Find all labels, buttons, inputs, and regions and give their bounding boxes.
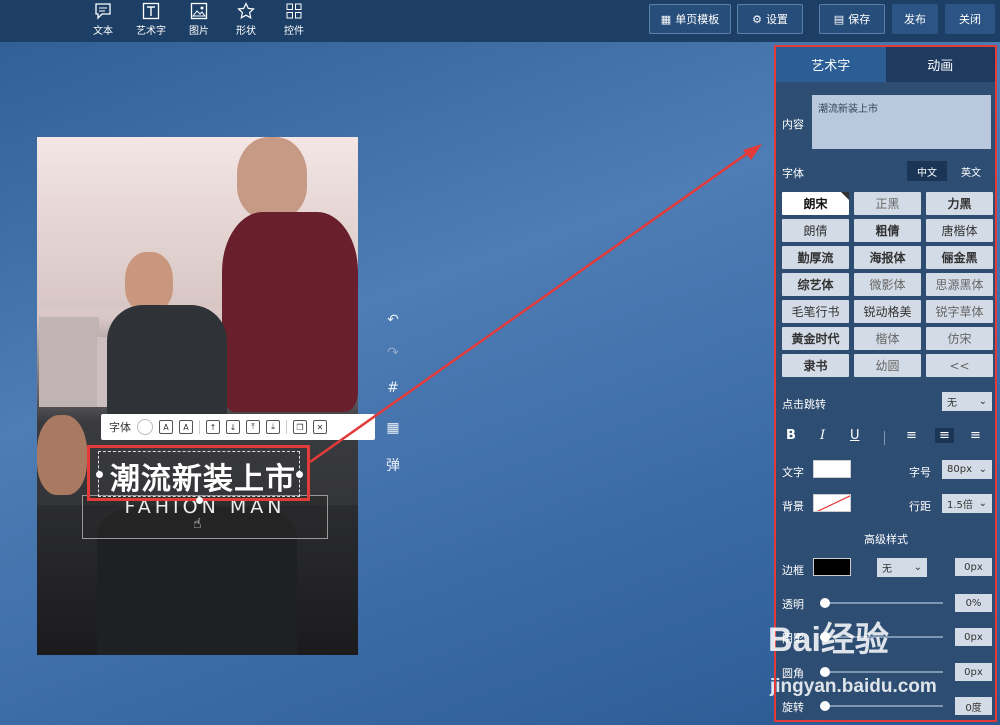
font-option[interactable]: 唐楷体: [926, 219, 993, 242]
font-option-label: 幼圆: [875, 359, 900, 373]
font-option-label: 仿宋: [947, 332, 972, 346]
chevron-down-icon: ⌄: [978, 464, 987, 475]
opacity-label: 透明: [782, 598, 804, 611]
font-option[interactable]: 正黑: [854, 192, 921, 215]
font-option-label: 楷体: [875, 332, 900, 346]
font-option-label: 黄金时代: [791, 332, 840, 346]
font-option[interactable]: 俪金黑: [926, 246, 993, 269]
border-width-input[interactable]: 0px: [955, 558, 992, 576]
font-option[interactable]: 朗宋: [782, 192, 849, 215]
font-option-label: 锐字草体: [935, 305, 984, 319]
no-color-icon: [816, 495, 850, 511]
click-jump-label: 点击跳转: [782, 398, 826, 411]
font-option-label: 唐楷体: [941, 224, 978, 238]
content-label: 内容: [782, 118, 804, 131]
advanced-style-heading: 高级样式: [864, 533, 908, 546]
font-option[interactable]: 黄金时代: [782, 327, 849, 350]
line-height-value: 1.5倍: [947, 500, 973, 511]
tab-animation-label: 动画: [927, 59, 954, 74]
tab-chinese-label: 中文: [917, 167, 937, 179]
font-option[interactable]: 锐动格美: [854, 300, 921, 323]
font-option-label: 力黑: [947, 197, 972, 211]
font-size-label: 字号: [909, 466, 931, 479]
opacity-slider-track[interactable]: [820, 602, 943, 604]
font-option-label: 朗宋: [803, 197, 828, 211]
text-color-swatch[interactable]: [813, 460, 851, 478]
watermark-logo: Bai经验: [768, 621, 889, 659]
align-center-icon[interactable]: ≡: [935, 428, 954, 443]
line-height-select[interactable]: 1.5倍 ⌄: [942, 494, 992, 513]
baidu-watermark: Bai经验 jingyan.baidu.com: [768, 612, 978, 712]
align-right-icon[interactable]: ≡: [970, 428, 981, 443]
font-option[interactable]: 锐字草体: [926, 300, 993, 323]
italic-button[interactable]: I: [820, 428, 825, 443]
tab-english[interactable]: 英文: [951, 161, 991, 181]
font-option[interactable]: 微影体: [854, 273, 921, 296]
align-left-icon[interactable]: ≡: [906, 428, 917, 443]
content-value: 潮流新装上市: [818, 104, 878, 115]
tab-art-text[interactable]: 艺术字: [776, 47, 886, 82]
font-option[interactable]: 综艺体: [782, 273, 849, 296]
font-option-label: 毛笔行书: [791, 305, 840, 319]
collapse-fonts-button[interactable]: <<: [926, 354, 993, 377]
font-option[interactable]: 毛笔行书: [782, 300, 849, 323]
font-size-value: 80px: [947, 464, 972, 475]
tab-animation[interactable]: 动画: [885, 47, 995, 82]
underline-button[interactable]: U: [850, 428, 860, 443]
divider: [884, 431, 885, 445]
font-option-label: 海报体: [869, 251, 906, 265]
font-option-label: 综艺体: [797, 278, 834, 292]
watermark-url: jingyan.baidu.com: [770, 676, 937, 697]
tab-english-label: 英文: [961, 167, 981, 179]
font-size-select[interactable]: 80px ⌄: [942, 460, 992, 479]
font-option[interactable]: 勤厚流: [782, 246, 849, 269]
font-option-label: 锐动格美: [863, 305, 912, 319]
tab-art-text-label: 艺术字: [811, 59, 851, 74]
font-option[interactable]: 粗倩: [854, 219, 921, 242]
opacity-input[interactable]: 0%: [955, 594, 992, 612]
opacity-value: 0%: [965, 597, 982, 609]
font-option-label: 思源黑体: [935, 278, 984, 292]
bold-button[interactable]: B: [786, 428, 796, 443]
font-option[interactable]: 朗倩: [782, 219, 849, 242]
border-width-value: 0px: [964, 561, 983, 573]
chevron-down-icon: ⌄: [978, 498, 987, 509]
font-option[interactable]: 仿宋: [926, 327, 993, 350]
chevron-down-icon: ⌄: [978, 396, 987, 407]
line-height-label: 行距: [909, 500, 931, 513]
font-option[interactable]: 思源黑体: [926, 273, 993, 296]
font-option-label: 勤厚流: [797, 251, 834, 265]
font-option[interactable]: 力黑: [926, 192, 993, 215]
font-grid: 朗宋 正黑 力黑 朗倩 粗倩 唐楷体 勤厚流 海报体 俪金黑 综艺体 微影体 思…: [782, 192, 993, 377]
text-color-label: 文字: [782, 466, 804, 479]
font-option-label: 正黑: [875, 197, 900, 211]
border-color-swatch[interactable]: [813, 558, 851, 576]
tab-chinese[interactable]: 中文: [907, 161, 947, 181]
font-option-label: 粗倩: [875, 224, 900, 238]
font-option[interactable]: 海报体: [854, 246, 921, 269]
background-color-swatch[interactable]: [813, 494, 851, 512]
font-option-label: 隶书: [803, 359, 828, 373]
opacity-slider-handle[interactable]: [820, 598, 830, 608]
font-option[interactable]: 隶书: [782, 354, 849, 377]
selected-corner-icon: [841, 192, 849, 200]
font-option-label: 朗倩: [803, 224, 828, 238]
background-label: 背景: [782, 500, 804, 513]
panel-tabs: 艺术字 动画: [776, 47, 995, 82]
border-label: 边框: [782, 564, 804, 577]
collapse-fonts-label: <<: [949, 358, 970, 373]
font-label: 字体: [782, 167, 804, 180]
font-option[interactable]: 楷体: [854, 327, 921, 350]
click-jump-value: 无: [947, 398, 957, 409]
font-option[interactable]: 幼圆: [854, 354, 921, 377]
click-jump-select[interactable]: 无 ⌄: [942, 392, 992, 411]
font-option-label: 俪金黑: [941, 251, 978, 265]
border-style-select[interactable]: 无 ⌄: [877, 558, 927, 577]
font-option-label: 微影体: [869, 278, 906, 292]
chevron-down-icon: ⌄: [913, 562, 922, 573]
content-textarea[interactable]: 潮流新装上市: [812, 95, 991, 149]
border-style-value: 无: [882, 564, 892, 575]
